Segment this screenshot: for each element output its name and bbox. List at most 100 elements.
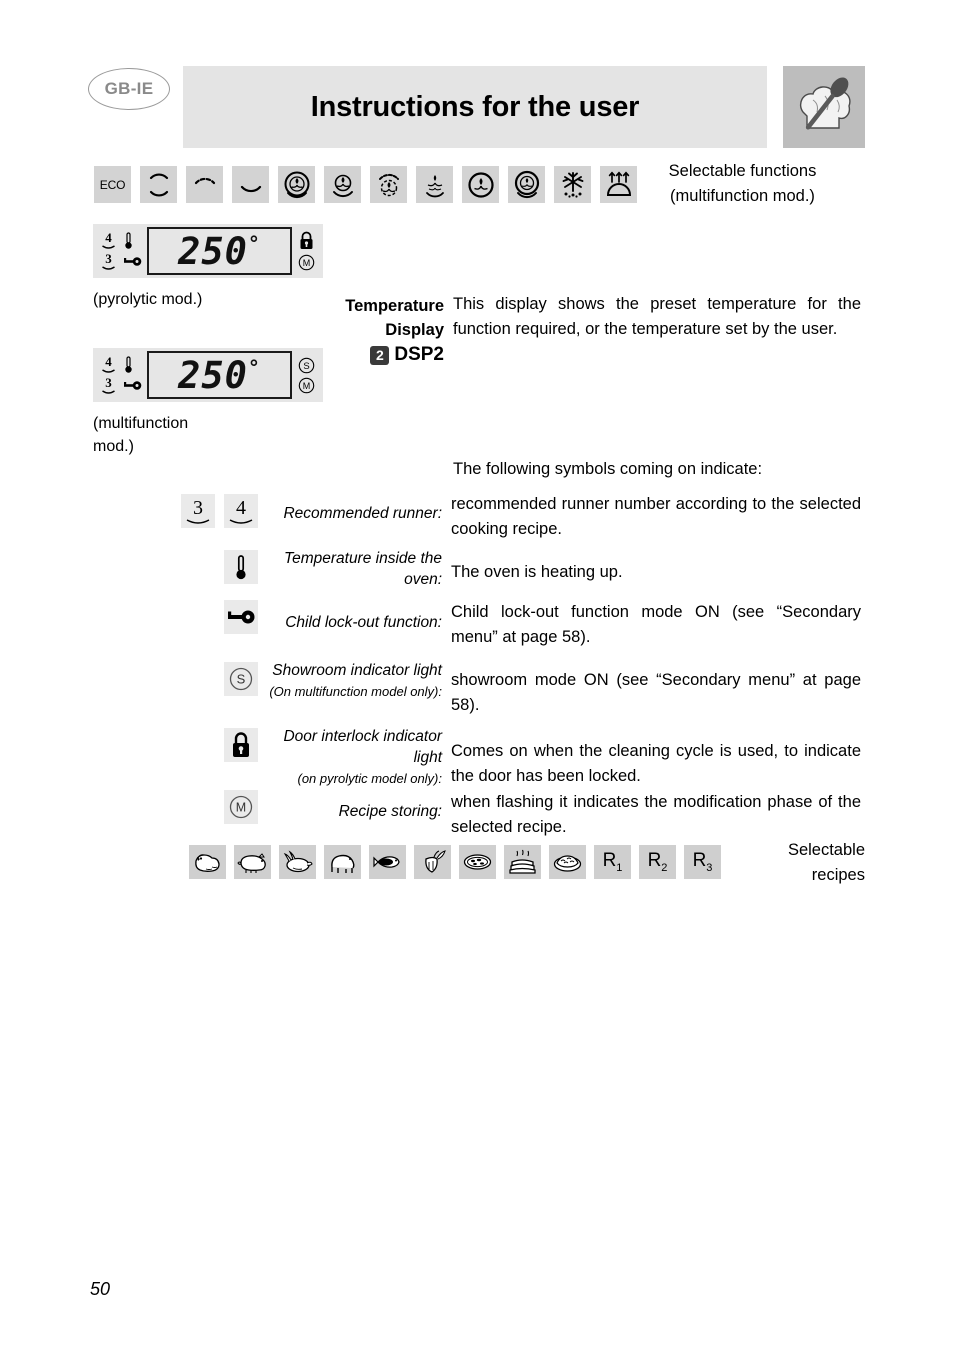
thermometer-icon — [125, 232, 132, 249]
legend-row-temperature-inside-oven: Temperature inside the oven: The oven is… — [130, 548, 861, 598]
circled-m-icon: M — [224, 790, 258, 824]
bottom-heat-icon — [240, 185, 261, 192]
recipe-icon-r1[interactable]: R1 — [594, 845, 631, 879]
padlock-icon — [300, 231, 313, 249]
legend-description: Comes on when the cleaning cycle is used… — [451, 742, 861, 785]
recipe-r2-icon: R2 — [647, 850, 668, 874]
runner-indicator-top-icon: 4 — [101, 354, 116, 374]
recipe-icon-pizza[interactable] — [459, 845, 496, 879]
pyrolytic-lcd-screen: 250° — [147, 227, 292, 275]
temperature-digits: 250 — [178, 229, 248, 273]
legend-term: Temperature inside the oven: — [284, 550, 442, 588]
runner-indicator-bottom-icon: 3 — [101, 251, 116, 271]
fan-circle-icon — [467, 171, 494, 198]
thermometer-icon — [125, 356, 132, 373]
page-number: 50 — [90, 1279, 111, 1299]
function-icon-defrost[interactable] — [554, 166, 591, 203]
temperature-value: 250° — [178, 233, 261, 270]
pizza-icon — [463, 854, 492, 870]
key-icon — [124, 257, 142, 266]
recipe-icon-pork[interactable] — [234, 845, 271, 879]
recipe-icon-lamb[interactable] — [324, 845, 361, 879]
function-icon-bottom-heat[interactable] — [232, 166, 269, 203]
function-icon-top-heat-grill[interactable] — [186, 166, 223, 203]
display-right-indicators: S M — [298, 357, 315, 394]
selectable-recipes-label-line2: recipes — [811, 866, 865, 884]
function-icon-fan-circle-ring[interactable] — [508, 166, 545, 203]
key-icon — [124, 381, 142, 390]
selectable-recipes-label: Selectable recipes — [688, 838, 865, 888]
legend-icons: 3 4 — [130, 492, 258, 528]
circled-m-icon: M — [298, 377, 315, 393]
legend-row-recipe-storing: M Recipe storing: when flashing it indic… — [130, 788, 861, 838]
fan-grill-icon — [425, 174, 444, 197]
selectable-recipes-strip: R1 R2 R3 — [189, 845, 721, 879]
page-title: Instructions for the user — [310, 90, 640, 123]
legend-term: Recipe storing: — [338, 803, 442, 820]
legend-description: showroom mode ON (see “Secondary menu” a… — [451, 671, 861, 714]
legend-row-showroom-indicator: S Showroom indicator light (On multifunc… — [130, 660, 861, 726]
selectable-functions-label-line2: (multifunction mod.) — [670, 187, 815, 205]
language-badge-label: GB-IE — [104, 79, 154, 98]
recipe-r1-icon: R1 — [602, 850, 623, 874]
svg-text:M: M — [236, 801, 246, 815]
recipe-icon-poultry[interactable] — [279, 845, 316, 879]
recipe-icon-beef[interactable] — [189, 845, 226, 879]
recipe-icon-vegetables[interactable] — [414, 845, 451, 879]
multifunction-display-panel: 4 3 250° S M — [93, 348, 323, 402]
legend-row-recommended-runner: 3 4 Recommended runner: recommended runn… — [130, 492, 861, 548]
page-title-bar: Instructions for the user — [183, 66, 767, 148]
legend-description: The oven is heating up. — [451, 563, 623, 581]
function-icon-fan-grill[interactable] — [416, 166, 453, 203]
legend-term-main: Door interlock indicator light — [283, 728, 442, 766]
function-icon-top-bottom-heat[interactable] — [140, 166, 177, 203]
legend-icons — [130, 726, 258, 762]
pyrolytic-display-caption: (pyrolytic mod.) — [93, 291, 203, 308]
legend-description: Child lock-out function mode ON (see “Se… — [451, 603, 861, 646]
function-icon-fan-circle[interactable] — [462, 166, 499, 203]
recipe-icon-fish[interactable] — [369, 845, 406, 879]
recipe-icon-bread[interactable] — [549, 845, 586, 879]
selectable-functions-label: Selectable functions (multifunction mod.… — [620, 159, 865, 209]
function-icon-circular-fan-full[interactable] — [278, 166, 315, 203]
temperature-display-label-line1: Temperature — [345, 297, 444, 315]
legend-term-sub: (On multifunction model only): — [269, 684, 442, 699]
svg-text:S: S — [303, 361, 309, 372]
temperature-value: 250° — [178, 357, 261, 394]
pork-icon — [237, 853, 266, 873]
selectable-functions-strip: ECO — [94, 166, 637, 203]
multifunction-display-caption: (multifunction mod.) — [93, 412, 213, 458]
legend-row-child-lock-out: Child lock-out function: Child lock-out … — [130, 598, 861, 660]
fan-top-heat-icon — [378, 173, 399, 196]
thermometer-icon — [224, 550, 258, 584]
legend-term: Child lock-out function: — [285, 614, 442, 631]
circled-m-icon: M — [298, 254, 315, 271]
function-icon-fan-top-heat[interactable] — [370, 166, 407, 203]
legend-term-main: Showroom indicator light — [272, 662, 442, 679]
dsp2-description: This display shows the preset temperatur… — [453, 295, 861, 338]
degree-symbol: ° — [247, 355, 261, 380]
legend-icons — [130, 598, 258, 634]
svg-text:S: S — [237, 672, 246, 687]
top-heat-grill-icon — [194, 177, 215, 184]
recipe-icon-cake[interactable] — [504, 845, 541, 879]
dsp2-code-row: 2 DSP2 — [330, 344, 444, 366]
degree-symbol: ° — [247, 231, 261, 256]
legend-icons — [130, 548, 258, 584]
document-page: GB-IE Instructions for the user ECO Sele… — [0, 0, 954, 1352]
fan-circle-ring-icon — [514, 170, 539, 198]
display-left-indicators: 4 3 — [101, 230, 142, 271]
circular-fan-full-icon — [284, 171, 309, 198]
recipe-icon-r2[interactable]: R2 — [639, 845, 676, 879]
eco-text-icon: ECO — [99, 177, 126, 192]
symbols-legend: 3 4 Recommended runner: recommended runn… — [130, 492, 861, 838]
legend-row-door-interlock: Door interlock indicator light (on pyrol… — [130, 726, 861, 788]
fan-bottom-heat-icon — [332, 174, 353, 197]
dsp2-code: DSP2 — [394, 344, 444, 365]
circled-s-icon: S — [224, 662, 258, 696]
chef-hat-spoon-icon — [783, 66, 865, 148]
function-icon-eco[interactable]: ECO — [94, 166, 131, 203]
runner-3-icon: 3 — [181, 494, 215, 528]
function-icon-fan-bottom-heat[interactable] — [324, 166, 361, 203]
key-icon — [224, 600, 258, 634]
